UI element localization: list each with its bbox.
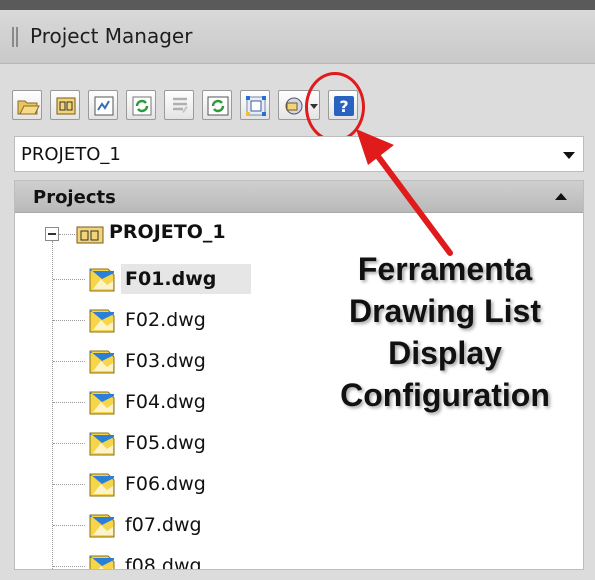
- refresh-button[interactable]: [126, 90, 156, 120]
- window-top-border: [0, 0, 595, 10]
- file-label: F04.dwg: [125, 391, 206, 413]
- tree-file-item[interactable]: F01.dwg: [53, 261, 353, 299]
- annotation-line: Display: [388, 335, 502, 371]
- tree-file-item[interactable]: F05.dwg: [53, 425, 353, 463]
- file-label: F02.dwg: [125, 309, 206, 331]
- drawing-file-icon: [89, 514, 115, 538]
- drawing-file-icon: [89, 432, 115, 456]
- new-project-icon: [56, 97, 76, 115]
- open-project-icon: [17, 100, 40, 115]
- drawing-file-icon: [89, 473, 115, 497]
- projects-header-label: Projects: [33, 187, 116, 208]
- task-list-button[interactable]: [164, 90, 194, 120]
- chevron-down-icon[interactable]: [563, 152, 575, 159]
- project-wide-update-icon: [207, 96, 229, 116]
- tree-connector: [53, 320, 85, 321]
- chevron-up-icon[interactable]: [555, 193, 567, 200]
- tree-connector: [53, 443, 85, 444]
- tree-file-item[interactable]: f07.dwg: [53, 507, 353, 545]
- collapse-toggle-icon[interactable]: [45, 227, 59, 241]
- annotation-arrow: [356, 129, 453, 256]
- tree-file-item[interactable]: F02.dwg: [53, 302, 353, 340]
- drawing-file-icon: [89, 268, 115, 292]
- file-label: f07.dwg: [125, 514, 202, 536]
- drawing-file-icon: [89, 350, 115, 374]
- project-root-label[interactable]: PROJETO_1: [109, 221, 226, 243]
- tree-connector: [53, 484, 85, 485]
- tree-file-item[interactable]: F04.dwg: [53, 384, 353, 422]
- projects-header[interactable]: Projects: [15, 181, 583, 213]
- task-list-icon: [173, 97, 188, 113]
- file-label: F05.dwg: [125, 432, 206, 454]
- new-project-button[interactable]: [50, 90, 80, 120]
- panel-title-bar[interactable]: Project Manager: [0, 10, 595, 64]
- project-selector-value: PROJETO_1: [21, 144, 121, 165]
- tree-file-item[interactable]: f08.dwg: [53, 548, 353, 570]
- open-project-button[interactable]: [12, 90, 42, 120]
- annotation-line: Ferramenta: [357, 251, 533, 287]
- annotation-line: Configuration: [340, 377, 550, 413]
- tree-connector: [53, 402, 85, 403]
- drag-grip-icon[interactable]: [12, 27, 20, 47]
- file-label: F01.dwg: [125, 268, 217, 290]
- project-utilities-icon: [285, 97, 303, 115]
- tree-connector: [53, 279, 85, 280]
- file-label: f08.dwg: [125, 555, 202, 570]
- tree-connector: [53, 566, 85, 567]
- annotation-line: Drawing List: [348, 293, 541, 329]
- annotation-caption: Ferramenta Drawing List Display Configur…: [310, 248, 580, 416]
- drawing-file-icon: [89, 309, 115, 333]
- tree-connector: [53, 525, 85, 526]
- panel-title: Project Manager: [30, 24, 193, 48]
- tree-connector: [53, 361, 85, 362]
- project-selector[interactable]: PROJETO_1: [14, 136, 584, 172]
- file-label: F03.dwg: [125, 350, 206, 372]
- project-folder-icon: [76, 226, 104, 244]
- drawing-file-icon: [89, 391, 115, 415]
- drawing-list-display-configuration-button[interactable]: [240, 90, 270, 120]
- refresh-icon: [132, 96, 152, 116]
- file-label: F06.dwg: [125, 473, 206, 495]
- drawing-file-icon: [89, 555, 115, 569]
- new-drawing-button[interactable]: [88, 90, 118, 120]
- tree-connector: [59, 234, 75, 235]
- drawing-list-display-configuration-icon: [246, 96, 266, 116]
- new-drawing-icon: [94, 96, 114, 116]
- tree-file-item[interactable]: F06.dwg: [53, 466, 353, 504]
- project-wide-update-button[interactable]: [202, 90, 232, 120]
- tree-file-item[interactable]: F03.dwg: [53, 343, 353, 381]
